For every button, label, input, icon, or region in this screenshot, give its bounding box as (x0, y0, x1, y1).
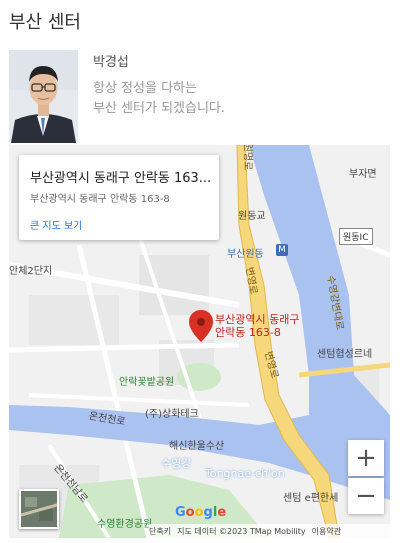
profile-message-line1: 항상 정성을 다하는 (93, 81, 197, 96)
map-data-attribution: 지도 데이터 ©2023 TMap Mobility (177, 526, 306, 536)
marker-label: 부산광역시 동래구 안락동 163-8 (215, 313, 299, 339)
map-label-anrak-park: 안락꽃밭공원 (119, 377, 175, 388)
zoom-out-button[interactable]: − (348, 478, 384, 514)
map-label-sanghwa: (주)상화테크 (145, 409, 199, 420)
keyboard-shortcuts-link[interactable]: 단축키 (149, 526, 171, 537)
map-label-senteom-bottom: 센텀 e편한세 (283, 493, 339, 504)
map-info-card: 부산광역시 동래구 안락동 163... 부산광역시 동래구 안락동 163-8… (19, 155, 219, 240)
terms-link[interactable]: 이용약관 (312, 526, 341, 537)
profile-photo (9, 50, 78, 143)
map-label-suyeong-env: 수영환경공원 (97, 519, 153, 530)
profile-message: 항상 정성을 다하는 부산 센터가 되겠습니다. (93, 79, 225, 119)
info-card-address: 부산광역시 동래구 안락동 163-8 (30, 194, 170, 205)
map-label-bujamyeon: 부자면 (349, 169, 377, 180)
map-pin-icon[interactable] (189, 310, 213, 342)
profile-name: 박경섭 (93, 55, 129, 70)
map-label-suyeonggang: 수영강 (161, 457, 192, 470)
info-card-title: 부산광역시 동래구 안락동 163... (30, 171, 212, 186)
subway-icon: M (276, 244, 288, 256)
map-label-tongnae: Tongnae-ch'on (205, 467, 285, 480)
map-label-senteom: 센텀협성르네 (317, 349, 373, 360)
marker-label-line1: 부산광역시 동래구 (215, 313, 300, 326)
embedded-map[interactable]: 부산광역시 동래구 안락동 163... 부산광역시 동래구 안락동 163-8… (9, 145, 390, 538)
page-title: 부산 센터 (9, 12, 81, 33)
map-label-haesinhanul: 해신한울수산 (169, 441, 225, 452)
marker-label-line2: 안락동 163-8 (215, 326, 281, 339)
zoom-in-button[interactable]: + (348, 440, 384, 476)
map-attribution-bar: 단축키 지도 데이터 ©2023 TMap Mobility 이용약관 (149, 524, 390, 538)
profile-message-line2: 부산 센터가 되겠습니다. (93, 101, 225, 116)
map-label-wondong-ic: 원동IC (339, 228, 373, 245)
map-label-apt: 안체2단지 (9, 266, 53, 277)
street-view-thumbnail[interactable] (19, 489, 59, 529)
satellite-thumbnail-icon (21, 491, 57, 527)
view-larger-map-link[interactable]: 큰 지도 보기 (30, 217, 82, 232)
map-label-wonmyeong: 원명로 (241, 145, 253, 171)
map-label-wondonggyo: 원동교 (238, 211, 266, 222)
google-logo: Google (175, 505, 227, 520)
map-label-busanwondong: 부산원동 (227, 249, 264, 260)
